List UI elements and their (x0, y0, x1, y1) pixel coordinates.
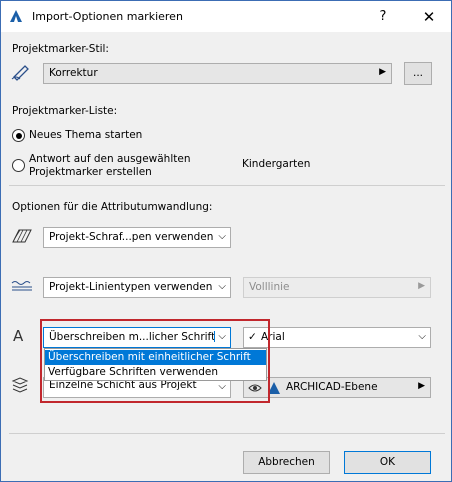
pen-marker-icon (11, 65, 29, 81)
fill-hatch-icon (12, 229, 32, 243)
line-type-icon (11, 281, 32, 291)
chevron-down-icon: ⌵ (418, 331, 426, 342)
schrift-value-dropdown[interactable]: ✓ Arial ⌵ (243, 327, 431, 348)
layers-icon (11, 377, 29, 393)
linien-dropdown[interactable]: Projekt-Linientypen verwenden ⌵ (43, 277, 231, 298)
attr-label: Optionen für die Attributumwandlung: (12, 201, 213, 213)
ebenen-value-text: ARCHICAD-Ebene (286, 381, 378, 393)
chevron-down-icon: ⌵ (218, 281, 226, 292)
close-button[interactable]: ✕ (417, 5, 441, 29)
font-a-icon: A (13, 327, 24, 345)
schraffur-dropdown[interactable]: Projekt-Schraf...pen verwenden ⌵ (43, 227, 231, 248)
radio-neues-thema[interactable] (12, 129, 25, 142)
radio-antwort-label-line1: Antwort auf den ausgewählten (29, 153, 191, 165)
cancel-button[interactable]: Abbrechen (243, 451, 330, 474)
dialog-window: Import-Optionen markieren ? ✕ Projektmar… (0, 0, 452, 482)
divider (9, 433, 445, 434)
submenu-arrow-icon: ▶ (418, 381, 425, 391)
stil-label: Projektmarker-Stil: (12, 43, 109, 55)
stil-select[interactable]: Korrektur ▶ (43, 63, 392, 84)
radio-antwort[interactable] (12, 159, 25, 172)
browse-button[interactable]: ... (404, 62, 432, 85)
help-button[interactable]: ? (371, 5, 395, 29)
highlight-box (40, 319, 270, 403)
ebenen-value-select[interactable]: ARCHICAD-Ebene ▶ (243, 377, 431, 398)
radio-antwort-label-line2: Projektmarker erstellen (29, 166, 152, 178)
archicad-logo-icon (10, 10, 22, 22)
liste-label: Projektmarker-Liste: (12, 105, 118, 117)
divider (9, 185, 445, 186)
linien-value: Projekt-Linientypen verwenden (49, 281, 213, 293)
antwort-target: Kindergarten (242, 158, 311, 170)
schraffur-value: Projekt-Schraf...pen verwenden (49, 231, 214, 243)
title-bar: Import-Optionen markieren ? ✕ (1, 1, 451, 32)
stil-value: Korrektur (49, 67, 98, 79)
submenu-arrow-icon: ▶ (379, 67, 386, 77)
window-title: Import-Optionen markieren (32, 10, 183, 23)
linien-value-text: Volllinie (249, 281, 290, 293)
linien-value-select: Volllinie ▶ (243, 277, 431, 298)
radio-neues-thema-label: Neues Thema starten (29, 129, 143, 141)
chevron-down-icon: ⌵ (218, 231, 226, 242)
submenu-arrow-icon: ▶ (418, 281, 425, 291)
ok-button[interactable]: OK (344, 451, 431, 474)
